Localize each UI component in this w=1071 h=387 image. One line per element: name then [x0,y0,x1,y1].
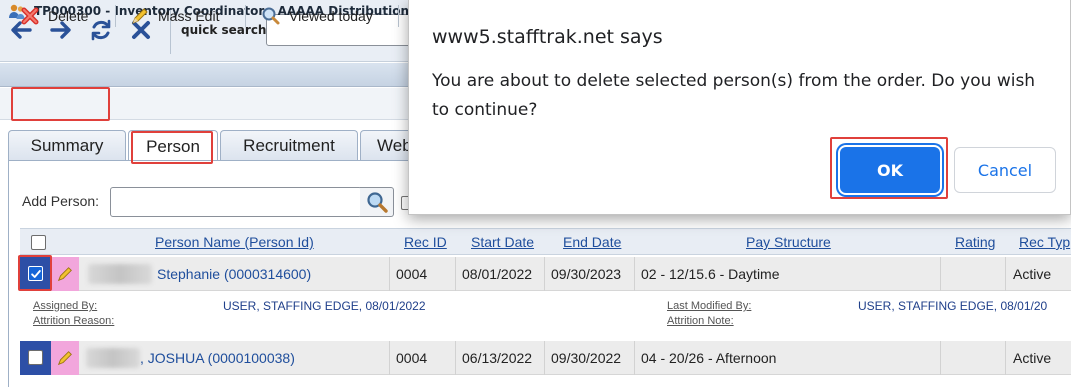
pencil-icon [57,267,72,282]
header-person-name[interactable]: Person Name (Person Id) [155,234,314,250]
cell-divider [455,257,456,291]
assigned-by-value: USER, STAFFING EDGE, 08/01/2022 [223,299,426,313]
assigned-by-label: Assigned By: [33,300,98,312]
add-person-search-button[interactable] [360,187,394,217]
ok-button[interactable]: OK [840,147,940,193]
end-date-cell: 09/30/2023 [551,266,622,282]
redacted-name [86,348,140,368]
row-edit-cell[interactable] [51,257,79,291]
cell-divider [455,341,456,375]
rec-type-cell: Active [1013,350,1052,366]
rec-type-cell: Active [1013,266,1052,282]
tab-summary[interactable]: Summary [8,130,126,161]
person-name-link[interactable]: Stephanie (0000314600) [157,266,311,282]
cell-divider [544,341,545,375]
tab-person[interactable]: Person [128,130,218,162]
header-pay-structure[interactable]: Pay Structure [746,234,831,250]
header-rec-type[interactable]: Rec Typ [1019,234,1070,250]
start-date-cell: 08/01/2022 [462,266,533,282]
pencil-icon [57,351,72,366]
add-person-input[interactable] [110,187,362,217]
dialog-title: www5.stafftrak.net says [432,26,663,48]
add-person-label: Add Person: [22,193,100,209]
cancel-button[interactable]: Cancel [954,147,1056,193]
delete-icon [21,7,39,25]
mass-edit-button[interactable]: Mass Edit [130,2,219,30]
delete-label: Delete [48,8,89,24]
pay-structure-cell: 02 - 12/15.6 - Daytime [641,266,780,282]
row-detail [20,376,1071,387]
header-start-date[interactable]: Start Date [471,234,534,250]
rec-id-cell: 0004 [396,266,428,282]
last-modified-value: USER, STAFFING EDGE, 08/01/20 [858,299,1048,313]
row-checkbox[interactable] [28,266,43,281]
cell-divider [634,341,635,375]
magnifier-icon [262,7,280,25]
cell-divider [1005,341,1006,375]
cell-divider [634,257,635,291]
dialog-message: You are about to delete selected person(… [432,71,1036,120]
end-date-cell: 09/30/2022 [551,350,622,366]
viewed-today-label: Viewed today [289,8,373,24]
cell-divider [1005,257,1006,291]
toolbar-separator [398,5,399,27]
row-checkbox[interactable] [28,350,43,365]
select-all-checkbox[interactable] [31,235,46,250]
mass-edit-label: Mass Edit [158,8,220,24]
start-date-cell: 06/13/2022 [462,350,533,366]
cell-divider [544,257,545,291]
row-edit-cell[interactable] [51,341,79,375]
cell-divider [389,257,390,291]
pay-structure-cell: 04 - 20/26 - Afternoon [641,350,777,366]
cell-divider [389,341,390,375]
header-rating[interactable]: Rating [955,234,995,250]
cell-divider [940,257,941,291]
viewed-today-button[interactable]: Viewed today [261,2,373,30]
header-rec-id[interactable]: Rec ID [404,234,447,250]
header-end-date[interactable]: End Date [563,234,621,250]
pencil-icon [132,8,148,24]
redacted-name [88,264,152,284]
toolbar-separator [245,5,246,27]
rec-id-cell: 0004 [396,350,428,366]
last-modified-label: Last Modified By: [667,300,752,312]
cell-divider [940,341,941,375]
delete-button[interactable]: Delete [20,2,88,30]
refresh-icon [91,19,111,41]
person-name-link[interactable]: , JOSHUA (0000100038) [140,350,295,366]
tab-recruitment[interactable]: Recruitment [220,130,358,161]
attrition-reason-label: Attrition Reason: [33,315,115,327]
checkmark-icon [30,269,41,278]
attrition-note-label: Attrition Note: [667,315,734,327]
toolbar-separator [115,5,116,27]
search-icon [366,192,388,213]
